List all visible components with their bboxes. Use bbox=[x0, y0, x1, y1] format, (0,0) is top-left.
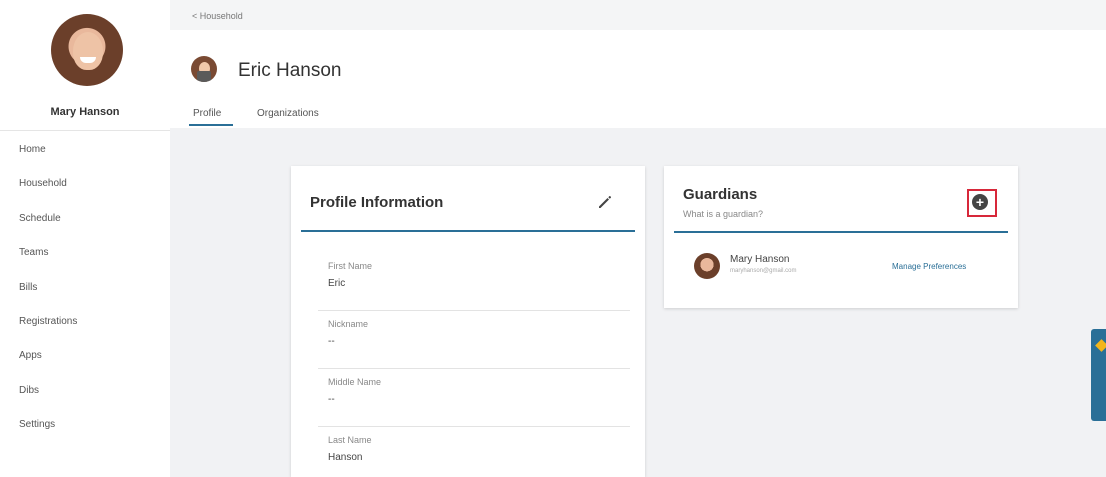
manage-preferences-link[interactable]: Manage Preferences bbox=[892, 262, 966, 271]
breadcrumb-household-link[interactable]: < Household bbox=[192, 11, 243, 21]
guardian-email: maryhanson@gmail.com bbox=[730, 268, 797, 274]
guardian-name: Mary Hanson bbox=[730, 254, 790, 265]
field-label: First Name bbox=[328, 261, 373, 271]
field-value: Eric bbox=[328, 278, 346, 289]
tab-organizations[interactable]: Organizations bbox=[257, 108, 319, 119]
profile-card-divider bbox=[301, 230, 635, 232]
field-first-name: First Name Eric bbox=[318, 253, 630, 311]
child-avatar[interactable] bbox=[191, 56, 217, 82]
page-header: Eric Hanson Profile Organizations bbox=[170, 30, 1106, 128]
sidebar-divider bbox=[0, 130, 170, 131]
guardians-card-divider bbox=[674, 231, 1008, 233]
sidebar-item-schedule[interactable]: Schedule bbox=[19, 213, 77, 247]
sidebar-item-household[interactable]: Household bbox=[19, 178, 77, 212]
user-name: Mary Hanson bbox=[50, 106, 120, 118]
avatar-face bbox=[73, 32, 103, 70]
page-title: Eric Hanson bbox=[238, 60, 342, 81]
sidebar-item-bills[interactable]: Bills bbox=[19, 282, 77, 316]
sidebar-item-settings[interactable]: Settings bbox=[19, 419, 77, 453]
field-value: -- bbox=[328, 394, 335, 405]
what-is-guardian-link[interactable]: What is a guardian? bbox=[683, 209, 763, 219]
main-content: < Household Eric Hanson Profile Organiza… bbox=[170, 0, 1106, 477]
field-nickname: Nickname -- bbox=[318, 311, 630, 369]
sidebar-item-registrations[interactable]: Registrations bbox=[19, 316, 77, 350]
breadcrumb-bar: < Household bbox=[170, 0, 1106, 30]
user-avatar[interactable] bbox=[51, 14, 123, 86]
guardian-avatar bbox=[694, 253, 720, 279]
sidebar-item-dibs[interactable]: Dibs bbox=[19, 385, 77, 419]
pencil-icon[interactable] bbox=[597, 194, 613, 210]
add-circle-icon[interactable]: + bbox=[972, 194, 988, 210]
tab-profile[interactable]: Profile bbox=[193, 108, 221, 119]
field-label: Nickname bbox=[328, 319, 369, 329]
sidebar: Mary Hanson Home Household Schedule Team… bbox=[0, 0, 170, 477]
guardians-card-title: Guardians bbox=[683, 186, 758, 203]
camera-icon bbox=[197, 71, 211, 82]
field-value: Hanson bbox=[328, 452, 363, 463]
sidebar-item-teams[interactable]: Teams bbox=[19, 247, 77, 281]
active-tab-indicator bbox=[189, 124, 233, 126]
profile-card-title: Profile Information bbox=[310, 194, 444, 211]
field-middle-name: Middle Name -- bbox=[318, 369, 630, 427]
profile-information-card: Profile Information First Name Eric Nick… bbox=[291, 166, 645, 477]
field-last-name: Last Name Hanson bbox=[318, 427, 630, 477]
field-label: Middle Name bbox=[328, 377, 382, 387]
sidebar-item-home[interactable]: Home bbox=[19, 144, 77, 178]
field-value: -- bbox=[328, 336, 335, 347]
sidebar-item-apps[interactable]: Apps bbox=[19, 350, 77, 384]
feedback-tab[interactable] bbox=[1091, 329, 1106, 421]
sidebar-nav: Home Household Schedule Teams Bills Regi… bbox=[19, 144, 77, 454]
field-label: Last Name bbox=[328, 435, 372, 445]
star-icon bbox=[1095, 339, 1106, 352]
guardians-card: Guardians What is a guardian? + Mary Han… bbox=[664, 166, 1018, 308]
